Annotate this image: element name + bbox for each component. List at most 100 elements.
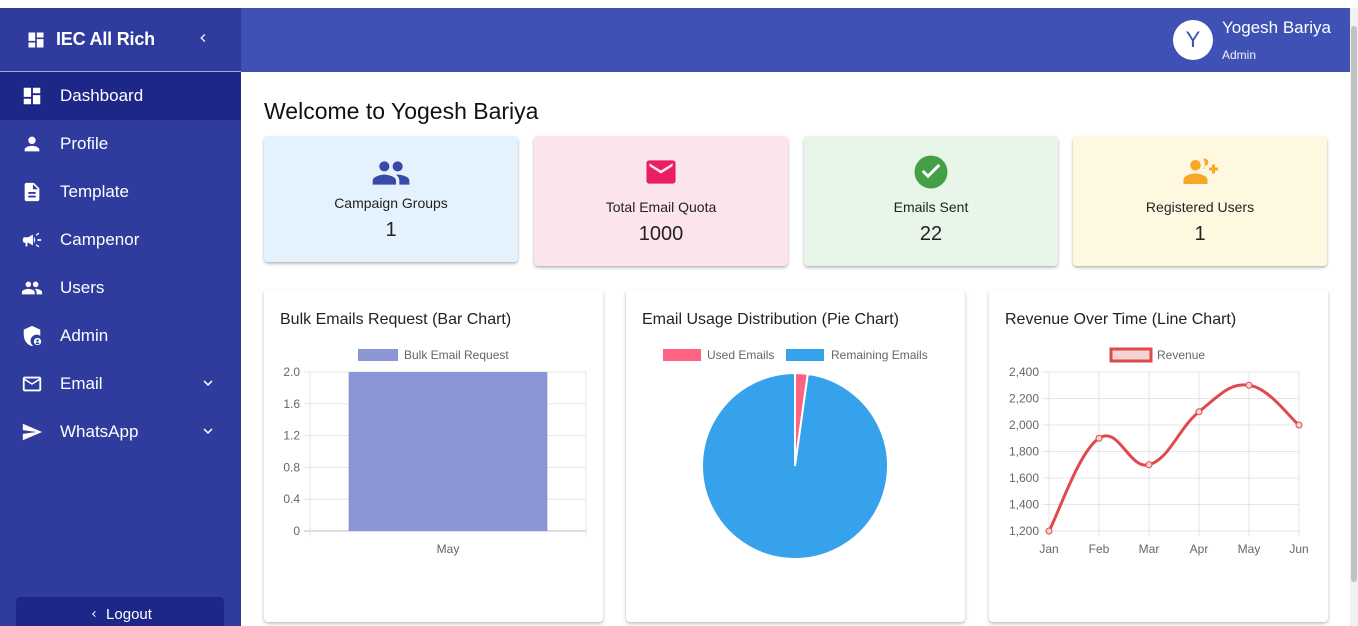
- page-title: Welcome to Yogesh Bariya: [264, 98, 539, 124]
- y-tick-label: 1,400: [1009, 498, 1039, 512]
- sidebar-item-label: WhatsApp: [60, 422, 139, 441]
- logout-button[interactable]: Logout: [16, 597, 224, 626]
- top-strip: [0, 0, 1358, 8]
- stat-card-registered-users: Registered Users 1: [1073, 136, 1327, 266]
- x-tick-label: Jun: [1289, 542, 1308, 556]
- user-role: Admin: [1222, 48, 1257, 62]
- line-chart-card: Revenue Over Time (Line Chart) Revenue 2,…: [989, 290, 1328, 622]
- sidebar: IEC All Rich Dashboard Profile Template …: [0, 8, 241, 626]
- legend-swatch: [786, 349, 824, 361]
- chevron-left-icon: [92, 611, 96, 617]
- y-tick-label: 1,200: [1009, 524, 1039, 538]
- chevron-left-icon[interactable]: [195, 28, 211, 48]
- data-point: [1195, 408, 1203, 416]
- y-tick-label: 2.0: [283, 365, 300, 379]
- legend-label: Bulk Email Request: [404, 348, 509, 362]
- stat-card-total-email-quota: Total Email Quota 1000: [534, 136, 788, 266]
- x-tick-label: Mar: [1139, 542, 1160, 556]
- sidebar-item-label: Email: [60, 374, 103, 393]
- chevron-down-icon[interactable]: [199, 422, 217, 440]
- sidebar-item-label: Dashboard: [60, 86, 144, 105]
- sidebar-item-label: Template: [60, 182, 129, 201]
- data-point: [1245, 381, 1253, 389]
- legend-swatch: [1109, 347, 1153, 363]
- legend-label: Used Emails: [707, 348, 774, 362]
- mail-icon: [21, 373, 43, 395]
- app-root: IEC All Rich Dashboard Profile Template …: [0, 0, 1358, 626]
- bar: [348, 372, 548, 531]
- mail-icon: [534, 156, 788, 188]
- y-tick-label: 1,600: [1009, 471, 1039, 485]
- y-tick-label: 0.4: [283, 492, 300, 506]
- sidebar-item-admin[interactable]: Admin: [0, 312, 241, 360]
- avatar[interactable]: Y: [1173, 20, 1213, 60]
- stat-label: Campaign Groups: [334, 195, 448, 211]
- document-icon: [21, 181, 43, 203]
- check-circle-icon: [804, 154, 1058, 190]
- stat-value: 22: [919, 223, 943, 245]
- sidebar-item-label: Campenor: [60, 230, 140, 249]
- stat-card-campaign-groups: Campaign Groups 1: [264, 136, 518, 262]
- y-tick-label: 2,000: [1009, 418, 1039, 432]
- data-point: [1095, 434, 1103, 442]
- admin-shield-icon: [21, 325, 43, 347]
- stat-label: Registered Users: [1145, 199, 1255, 215]
- group-icon: [264, 156, 518, 190]
- series-line: [1047, 383, 1300, 532]
- brand-title: IEC All Rich: [56, 29, 155, 49]
- user-name: Yogesh Bariya: [1222, 18, 1332, 37]
- legend-label: Remaining Emails: [831, 348, 928, 362]
- app-header: Y Yogesh Bariya Admin: [241, 8, 1350, 72]
- sidebar-item-users[interactable]: Users: [0, 264, 241, 312]
- y-tick-label: 1.2: [283, 429, 300, 443]
- sidebar-brand: IEC All Rich: [0, 8, 241, 72]
- stat-value: 1000: [638, 223, 684, 245]
- data-point: [1045, 527, 1053, 535]
- line-chart: Revenue 2,400 2,200 2,000 1,800 1,600 1,400 1,2…: [1009, 347, 1309, 556]
- y-tick-label: 0: [293, 524, 300, 538]
- sidebar-item-email[interactable]: Email: [0, 360, 241, 408]
- legend-swatch: [663, 349, 701, 361]
- sidebar-item-whatsapp[interactable]: WhatsApp: [0, 408, 241, 456]
- y-tick-label: 0.8: [283, 460, 300, 474]
- sidebar-item-campenor[interactable]: Campenor: [0, 216, 241, 264]
- y-tick-label: 1,800: [1009, 445, 1039, 459]
- sidebar-item-template[interactable]: Template: [0, 168, 241, 216]
- x-tick-label: Apr: [1190, 542, 1209, 556]
- data-point: [1295, 421, 1303, 429]
- dashboard-icon: [28, 32, 44, 47]
- stat-value: 1: [385, 219, 397, 241]
- stat-label: Total Email Quota: [605, 199, 717, 215]
- sidebar-item-dashboard[interactable]: Dashboard: [0, 72, 241, 120]
- sidebar-item-label: Profile: [60, 134, 109, 153]
- bar-chart: Bulk Email Request 2.0 1.6 1.2 0.8 0.4 0 May: [283, 348, 587, 556]
- stat-card-emails-sent: Emails Sent 22: [804, 136, 1058, 266]
- group-icon: [21, 277, 43, 299]
- x-tick-label: Feb: [1089, 542, 1110, 556]
- data-point: [1145, 461, 1153, 469]
- x-tick-label: May: [1238, 542, 1261, 556]
- sidebar-nav: Dashboard Profile Template Campenor User…: [0, 72, 241, 456]
- x-tick-label: May: [437, 542, 460, 556]
- sidebar-item-label: Admin: [60, 326, 109, 345]
- pie-chart: Used Emails Remaining Emails: [663, 348, 928, 560]
- x-tick-label: Jan: [1039, 542, 1058, 556]
- scrollbar-thumb[interactable]: [1351, 26, 1357, 582]
- sidebar-item-label: Users: [60, 278, 105, 297]
- dashboard-icon: [21, 85, 43, 107]
- person-icon: [21, 133, 43, 155]
- y-tick-label: 2,200: [1009, 392, 1039, 406]
- sidebar-item-profile[interactable]: Profile: [0, 120, 241, 168]
- logout-label: Logout: [106, 606, 152, 623]
- y-tick-label: 2,400: [1009, 365, 1039, 379]
- person-add-icon: [1073, 156, 1327, 188]
- y-tick-label: 1.6: [283, 397, 300, 411]
- stat-label: Emails Sent: [893, 199, 969, 215]
- pie-chart-card: Email Usage Distribution (Pie Chart) Use…: [626, 290, 965, 622]
- legend-swatch: [358, 349, 398, 361]
- pie-slice: [701, 371, 889, 560]
- chevron-down-icon[interactable]: [199, 374, 217, 392]
- legend-label: Revenue: [1157, 348, 1205, 362]
- megaphone-icon: [21, 229, 43, 251]
- stat-value: 1: [1194, 223, 1206, 245]
